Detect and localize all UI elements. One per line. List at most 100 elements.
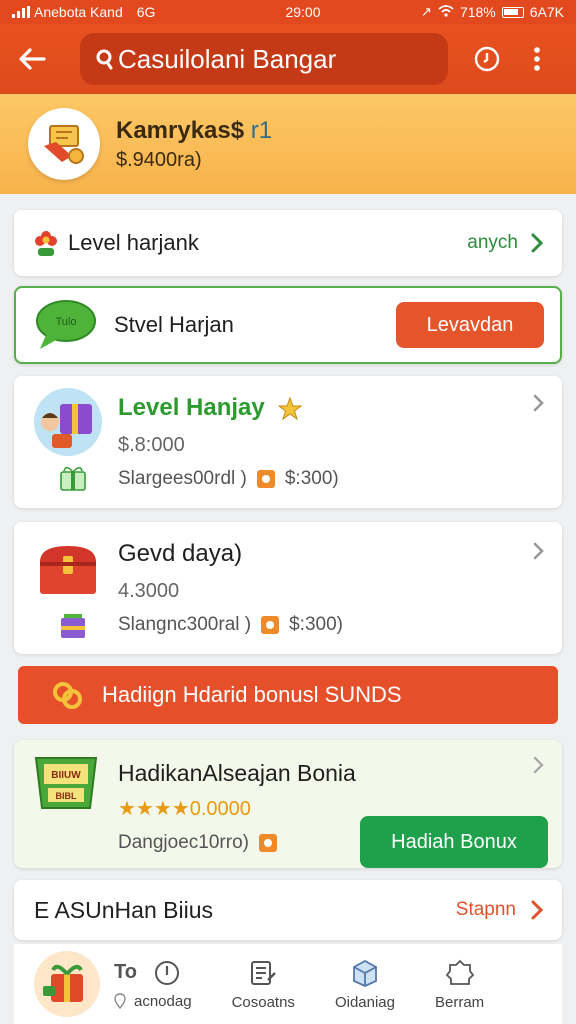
bonus-rating-value: 0.0000 [189, 798, 251, 820]
status-extra: 6A7K [529, 4, 564, 20]
product-title: Gevd daya) [118, 540, 243, 567]
badge-outline-icon [445, 959, 474, 985]
status-left: Anebota Kand 6G [12, 4, 232, 20]
nav-first-top: To [114, 961, 137, 983]
network-label: 6G [136, 4, 156, 20]
product-price: $.8:000 [118, 434, 185, 456]
star-rating-icon: ★★★★ [118, 798, 190, 820]
search-bar[interactable]: Casuilolani Bangar [80, 33, 448, 85]
banner-text: Kamrykas$ r1 $.9400ra) [116, 117, 272, 172]
tag-icon [258, 834, 277, 852]
tag-icon [261, 616, 280, 634]
nav-item-label: Oidaniag [334, 993, 395, 1011]
product-meta: Slangnc300ral ) $:300) [118, 614, 343, 636]
chevron-right-icon [533, 394, 544, 412]
nav-first-bottom: acnodag [134, 992, 192, 1010]
chat-bubble-icon: Tulo [36, 300, 96, 349]
bottom-nav: To acnodag Cosoatns Oidaniag Berram [14, 944, 562, 1024]
bonus-strip-label: Hadiign Hdarid bonusl SUNDS [102, 682, 402, 707]
gift-box-icon [61, 614, 85, 638]
document-edit-icon [251, 960, 277, 985]
chevron-right-icon [531, 900, 544, 920]
bonus-card-title: HadikanAlseajan Bonia [118, 760, 356, 786]
flower-icon [35, 231, 57, 256]
bonus-card[interactable]: BIIUW BIBL HadikanAlseajan Bonia ★★★★0.0… [14, 740, 562, 868]
banner-subtitle: $.9400ra) [116, 148, 202, 171]
nav-item-profile[interactable]: Berram [435, 958, 484, 1011]
level-row-label: Level harjank [68, 230, 199, 255]
footer-row[interactable]: E ASUnHan Biius Stapnn [14, 880, 562, 940]
product-meta-left: Slargees00rdl ) [118, 468, 247, 489]
nav-item-orders[interactable]: Oidaniag [335, 958, 395, 1011]
chevron-right-icon [533, 756, 544, 774]
banner-title-main: Kamrykas$ [116, 116, 245, 144]
nav-item-label: Cosoatns [231, 993, 295, 1011]
chevron-right-icon [531, 233, 544, 253]
product-card-2[interactable]: Gevd daya) 4.3000 Slangnc300ral ) $:300) [14, 522, 562, 654]
back-button[interactable] [14, 41, 50, 77]
carrier-label: Anebota Kand [34, 4, 123, 20]
signal-icon [12, 6, 30, 18]
chevron-right-icon [533, 542, 544, 560]
bonus-badge-icon: BIIUW BIBL [34, 757, 98, 809]
nav-item-home[interactable]: To acnodag [114, 959, 192, 1010]
nav-item-label: Berram [434, 993, 485, 1011]
product-title-text: Level Hanjay [118, 394, 265, 421]
app-screen: Anebota Kand 6G 29:00 ↗ 718% 6A7K Casuil… [0, 0, 576, 1024]
search-text: Casuilolani Bangar [118, 43, 337, 74]
search-pin-icon [96, 49, 113, 70]
level-row[interactable]: Level harjank anych [14, 210, 562, 276]
banner-avatar [28, 108, 100, 180]
treasure-chest-icon [40, 546, 96, 594]
chat-bubble-text: Tulo [56, 316, 77, 328]
more-button[interactable] [522, 44, 552, 74]
banner-title-tail: r1 [250, 116, 273, 144]
product-meta: Slargees00rdl ) $:300) [118, 468, 339, 490]
compass-icon [154, 960, 179, 985]
rings-icon [53, 682, 82, 709]
bonus-strip[interactable]: Hadiign Hdarid bonusl SUNDS [18, 666, 558, 724]
battery-icon [501, 6, 524, 18]
product-meta-right: $:300) [289, 614, 343, 635]
footer-row-link[interactable]: Stapnn [456, 899, 516, 921]
info-button[interactable] [472, 44, 502, 74]
gift-box-icon [60, 466, 86, 491]
status-right: ↗ 718% 6A7K [364, 4, 564, 20]
footer-row-label: E ASUnHan Biius [34, 896, 213, 923]
location-icon: ↗ [421, 4, 432, 19]
app-header: Casuilolani Bangar [0, 24, 576, 94]
product-price: 4.3000 [118, 580, 180, 602]
badge-top-text: BIIUW [51, 770, 81, 781]
star-badge-icon [277, 396, 303, 420]
nav-item-contents[interactable]: Cosoatns [232, 958, 295, 1011]
arrow-left-icon [19, 48, 46, 70]
product-meta-right: $:300) [284, 468, 339, 489]
level-row-link[interactable]: anych [467, 232, 518, 254]
battery-percent: 718% [459, 4, 496, 20]
product-title: Level Hanjay [118, 394, 303, 422]
chat-row-button[interactable]: Levavdan [396, 302, 544, 348]
bonus-card-button[interactable]: Hadiah Bonux [360, 816, 548, 868]
product-meta-left: Slangnc300ral ) [118, 614, 252, 635]
chat-row-label: Stvel Harjan [114, 312, 234, 337]
box-icon [353, 959, 377, 987]
kebab-menu-icon [534, 47, 540, 71]
gift-hand-icon [44, 125, 84, 164]
status-bar: Anebota Kand 6G 29:00 ↗ 718% 6A7K [0, 0, 576, 24]
banner-title: Kamrykas$ r1 [116, 117, 272, 145]
bonus-meta-text: Dangjoec10rro) [118, 832, 249, 853]
kid-gift-icon [34, 388, 102, 456]
chat-row[interactable]: Tulo Stvel Harjan Levavdan [14, 286, 562, 364]
bonus-rating: ★★★★0.0000 [118, 796, 251, 821]
nav-avatar[interactable] [34, 951, 100, 1017]
product-card-1[interactable]: Level Hanjay $.8:000 Slargees00rdl ) $:3… [14, 376, 562, 508]
badge-bottom-text: BIBL [56, 791, 77, 801]
clock-info-icon [474, 46, 500, 72]
wifi-icon [438, 4, 454, 20]
bonus-card-meta: Dangjoec10rro) [118, 832, 277, 854]
tag-icon [256, 470, 275, 488]
status-time: 29:00 [285, 4, 321, 20]
location-pin-icon [114, 993, 126, 1009]
promo-banner[interactable]: Kamrykas$ r1 $.9400ra) [0, 94, 576, 194]
gift-character-icon [43, 964, 83, 1002]
